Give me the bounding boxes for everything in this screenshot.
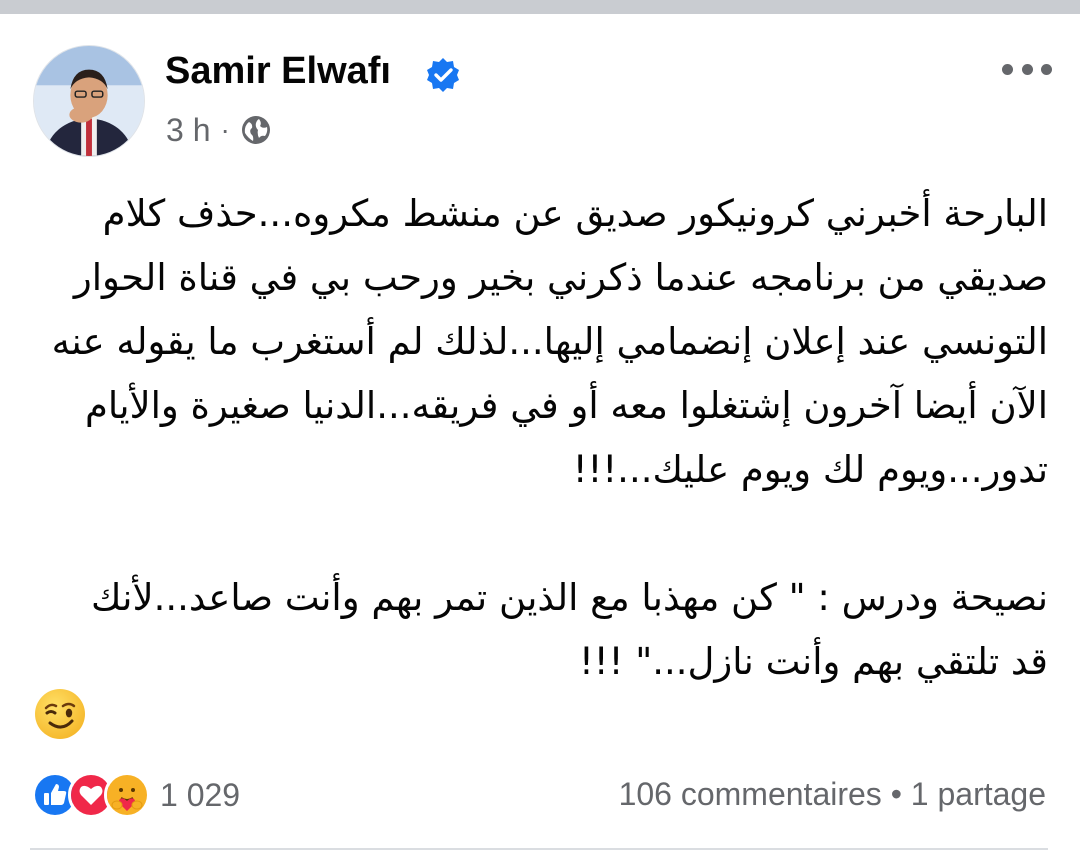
avatar-image: [34, 46, 144, 156]
stats-separator: •: [890, 776, 902, 812]
care-reaction-icon: [104, 772, 150, 818]
post-line: التونسي عند إعلان إنضمامي إليها...لذلك ل…: [51, 320, 1048, 363]
post-meta: 3 h ·: [166, 110, 272, 150]
more-dot: [1021, 64, 1033, 75]
winking-face-emoji: [35, 689, 85, 739]
avatar[interactable]: [33, 45, 145, 157]
engagement-stats: 106 commentaires • 1 partage: [619, 776, 1046, 813]
bottom-divider: [30, 848, 1048, 850]
post-line: نصيحة ودرس : " كن مهذبا مع الذين تمر بهم…: [90, 576, 1048, 619]
shares-count[interactable]: 1 partage: [911, 776, 1046, 812]
post-line: الآن أيضا آخرون إشتغلوا معه أو في فريقه.…: [85, 384, 1048, 427]
more-dot: [1002, 64, 1013, 75]
verified-badge-icon: [427, 58, 459, 92]
top-divider: [0, 0, 1080, 14]
reaction-count: 1 029: [160, 776, 241, 813]
globe-icon[interactable]: [240, 114, 272, 146]
reactions-summary[interactable]: 1 029: [32, 771, 240, 819]
meta-separator: ·: [220, 114, 230, 145]
post-line: قد تلتقي بهم وأنت نازل..." !!!: [578, 640, 1048, 683]
post-line: البارحة أخبرني كرونيكور صديق عن منشط مكر…: [102, 192, 1048, 235]
post-text: البارحة أخبرني كرونيكور صديق عن منشط مكر…: [30, 182, 1048, 694]
more-options-icon[interactable]: [1002, 64, 1052, 76]
more-dot: [1041, 64, 1052, 75]
author-name[interactable]: Samir Elwafı: [165, 48, 391, 94]
post-time[interactable]: 3 h: [166, 112, 210, 149]
post-line: تدور...ويوم لك ويوم عليك...!!!: [572, 448, 1048, 491]
comments-count[interactable]: 106 commentaires: [619, 776, 882, 812]
post-line: صديقي من برنامجه عندما ذكرني بخير ورحب ب…: [73, 256, 1048, 299]
